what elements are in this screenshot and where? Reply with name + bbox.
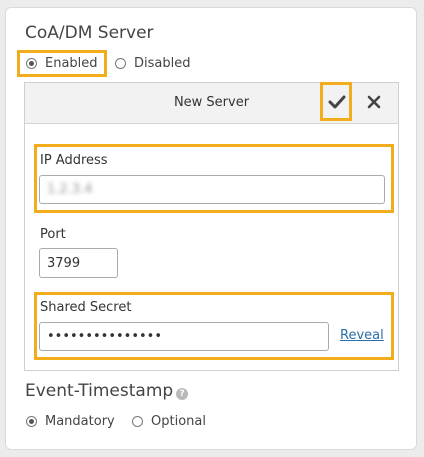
optional-radio[interactable]: Optional <box>132 414 206 429</box>
event-timestamp-title: Event-Timestamp <box>25 381 174 401</box>
mandatory-radio[interactable]: Mandatory <box>26 414 115 429</box>
shared-secret-label: Shared Secret <box>40 300 132 315</box>
shared-secret-input[interactable]: ••••••••••••••• <box>39 322 329 351</box>
disabled-label: Disabled <box>134 56 191 71</box>
port-label: Port <box>40 227 66 242</box>
radio-checked-icon <box>26 58 37 69</box>
close-button[interactable] <box>363 91 385 113</box>
help-icon[interactable]: ? <box>176 388 188 400</box>
mandatory-label: Mandatory <box>45 414 115 429</box>
coa-dm-server-title: CoA/DM Server <box>25 23 154 43</box>
ip-address-value: 1.2.3.4 <box>47 182 93 197</box>
ip-address-input[interactable]: 1.2.3.4 <box>39 175 385 204</box>
radio-checked-icon <box>26 416 37 427</box>
shared-secret-value: ••••••••••••••• <box>47 329 163 344</box>
enabled-radio[interactable]: Enabled <box>26 56 98 71</box>
check-icon <box>328 95 345 108</box>
radio-unchecked-icon <box>115 58 126 69</box>
ip-address-label: IP Address <box>40 153 108 168</box>
radio-unchecked-icon <box>132 416 143 427</box>
port-value: 3799 <box>47 255 81 271</box>
confirm-button[interactable] <box>323 85 350 118</box>
close-icon <box>367 95 381 109</box>
port-input[interactable]: 3799 <box>39 248 118 278</box>
optional-label: Optional <box>151 414 206 429</box>
disabled-radio[interactable]: Disabled <box>115 56 190 71</box>
reveal-link[interactable]: Reveal <box>340 328 384 343</box>
enabled-label: Enabled <box>45 56 98 71</box>
